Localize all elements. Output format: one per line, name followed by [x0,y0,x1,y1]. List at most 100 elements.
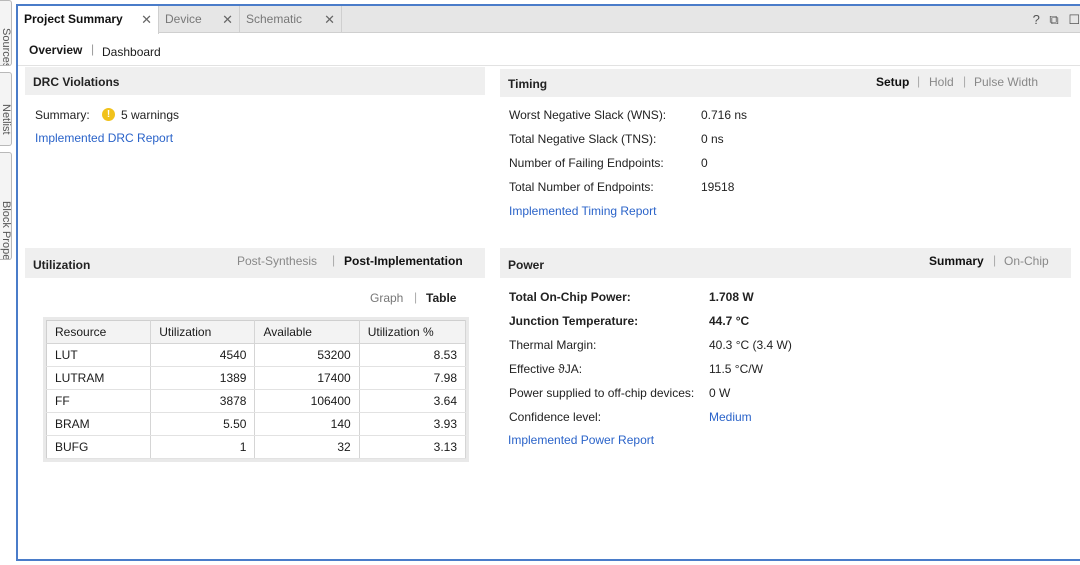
resource-cell: LUTRAM [46,366,152,390]
power-row-value: 1.708 W [709,290,754,304]
utilization-table: Resource Utilization Available Utilizati… [46,320,467,459]
column-header[interactable]: Utilization % [359,320,467,344]
power-row-label: Confidence level: [509,410,602,424]
timing-panel-header: Timing Setup | Hold | Pulse Width [500,69,1071,97]
help-icon[interactable]: ? [1033,12,1040,27]
drc-report-link[interactable]: Implemented DRC Report [35,131,173,145]
table-row[interactable]: BRAM 5.50 140 3.93 [46,412,467,436]
drc-summary-value: 5 warnings [121,108,180,122]
power-panel-header: Power Summary | On-Chip [500,248,1071,278]
timing-row-label: Worst Negative Slack (WNS): [509,108,667,122]
nav-overview[interactable]: Overview [29,43,82,57]
percent-cell: 3.64 [359,389,467,413]
timing-row-value: 0.716 ns [701,108,748,122]
power-row-label: Thermal Margin: [509,338,597,352]
table-row[interactable]: BUFG 1 32 3.13 [46,435,467,459]
option-separator: | [414,290,418,304]
utilization-cell: 3878 [150,389,256,413]
utilization-panel-header: Utilization Post-Synthesis | Post-Implem… [25,248,485,278]
tab-label: Device [165,12,202,26]
option-separator: | [993,253,997,267]
tab-label: Schematic [246,12,303,26]
timing-row-value: 0 [701,156,708,170]
power-row-label: Junction Temperature: [509,314,639,328]
utilization-option-post-synthesis[interactable]: Post-Synthesis [237,254,317,268]
resource-cell: LUT [46,343,152,367]
close-icon[interactable]: ✕ [141,6,152,33]
restore-icon[interactable]: ⧉ [1049,12,1058,27]
utilization-title: Utilization [33,258,91,272]
timing-row-label: Total Negative Slack (TNS): [509,132,657,146]
view-option-table[interactable]: Table [426,291,456,305]
timing-title: Timing [508,77,548,91]
side-tab-strip: Sources Netlist Block Properties [0,0,14,565]
available-cell: 106400 [254,389,360,413]
tab-project-summary[interactable]: Project Summary ✕ [18,6,159,34]
percent-cell: 3.13 [359,435,467,459]
timing-report-link[interactable]: Implemented Timing Report [509,204,656,218]
power-row-value: 44.7 °C [709,314,750,328]
utilization-cell: 5.50 [150,412,256,436]
warning-icon: ! [102,108,115,121]
nav-dashboard[interactable]: Dashboard [102,45,161,59]
power-report-link[interactable]: Implemented Power Report [508,433,654,447]
dashboard-content: DRC Violations Summary: ! 5 warnings Imp… [18,67,1080,559]
power-row-value: 11.5 °C/W [709,362,763,376]
power-option-summary[interactable]: Summary [929,254,984,268]
power-row-label: Total On-Chip Power: [509,290,631,304]
timing-row-label: Total Number of Endpoints: [509,180,654,194]
nav-separator: | [91,42,95,56]
available-cell: 17400 [254,366,360,390]
close-icon[interactable]: ✕ [222,6,233,33]
tab-schematic[interactable]: Schematic ✕ [240,6,342,33]
timing-option-pulse-width[interactable]: Pulse Width [974,75,1038,89]
option-separator: | [332,253,336,267]
timing-option-hold[interactable]: Hold [929,75,954,89]
confidence-level-link[interactable]: Medium [709,410,752,424]
timing-row-value: 0 ns [701,132,724,146]
tab-device[interactable]: Device ✕ [159,6,240,33]
drc-panel-header: DRC Violations [25,67,485,95]
percent-cell: 3.93 [359,412,467,436]
view-option-graph[interactable]: Graph [370,291,403,305]
tab-label: Project Summary [24,12,123,26]
option-separator: | [917,74,921,88]
side-tab-sources[interactable]: Sources [0,0,12,66]
power-row-label: Power supplied to off-chip devices: [509,386,695,400]
resource-cell: FF [46,389,152,413]
tab-bar: Project Summary ✕ Device ✕ Schematic ✕ ?… [18,6,1080,34]
side-tab-label: Block Properties [0,201,12,260]
power-row-label: Effective ϑJA: [509,362,583,376]
percent-cell: 8.53 [359,343,467,367]
option-separator: | [963,74,967,88]
table-header-row: Resource Utilization Available Utilizati… [46,320,467,344]
percent-cell: 7.98 [359,366,467,390]
utilization-cell: 1 [150,435,256,459]
power-title: Power [508,258,545,272]
power-row-value: 0 W [709,386,731,400]
close-icon[interactable]: ✕ [324,6,335,33]
sub-navigation: Overview | Dashboard [18,34,1080,66]
power-option-on-chip[interactable]: On-Chip [1004,254,1049,268]
resource-cell: BRAM [46,412,152,436]
side-tab-block-properties[interactable]: Block Properties [0,152,12,260]
utilization-option-post-implementation[interactable]: Post-Implementation [344,254,463,268]
timing-row-value: 19518 [701,180,735,194]
power-row-value: 40.3 °C (3.4 W) [709,338,792,352]
table-row[interactable]: LUT 4540 53200 8.53 [46,343,467,367]
project-summary-window: Project Summary ✕ Device ✕ Schematic ✕ ?… [16,4,1080,561]
maximize-icon[interactable]: ☐ [1068,12,1080,27]
available-cell: 140 [254,412,360,436]
column-header[interactable]: Available [254,320,360,344]
drc-title: DRC Violations [33,75,120,89]
side-tab-netlist[interactable]: Netlist [0,72,12,146]
side-tab-label: Netlist [0,104,12,135]
timing-option-setup[interactable]: Setup [876,75,909,89]
table-row[interactable]: LUTRAM 1389 17400 7.98 [46,366,467,390]
side-tab-label: Sources [0,28,12,66]
table-row[interactable]: FF 3878 106400 3.64 [46,389,467,413]
column-header[interactable]: Utilization [150,320,256,344]
column-header[interactable]: Resource [46,320,152,344]
utilization-cell: 1389 [150,366,256,390]
timing-row-label: Number of Failing Endpoints: [509,156,664,170]
